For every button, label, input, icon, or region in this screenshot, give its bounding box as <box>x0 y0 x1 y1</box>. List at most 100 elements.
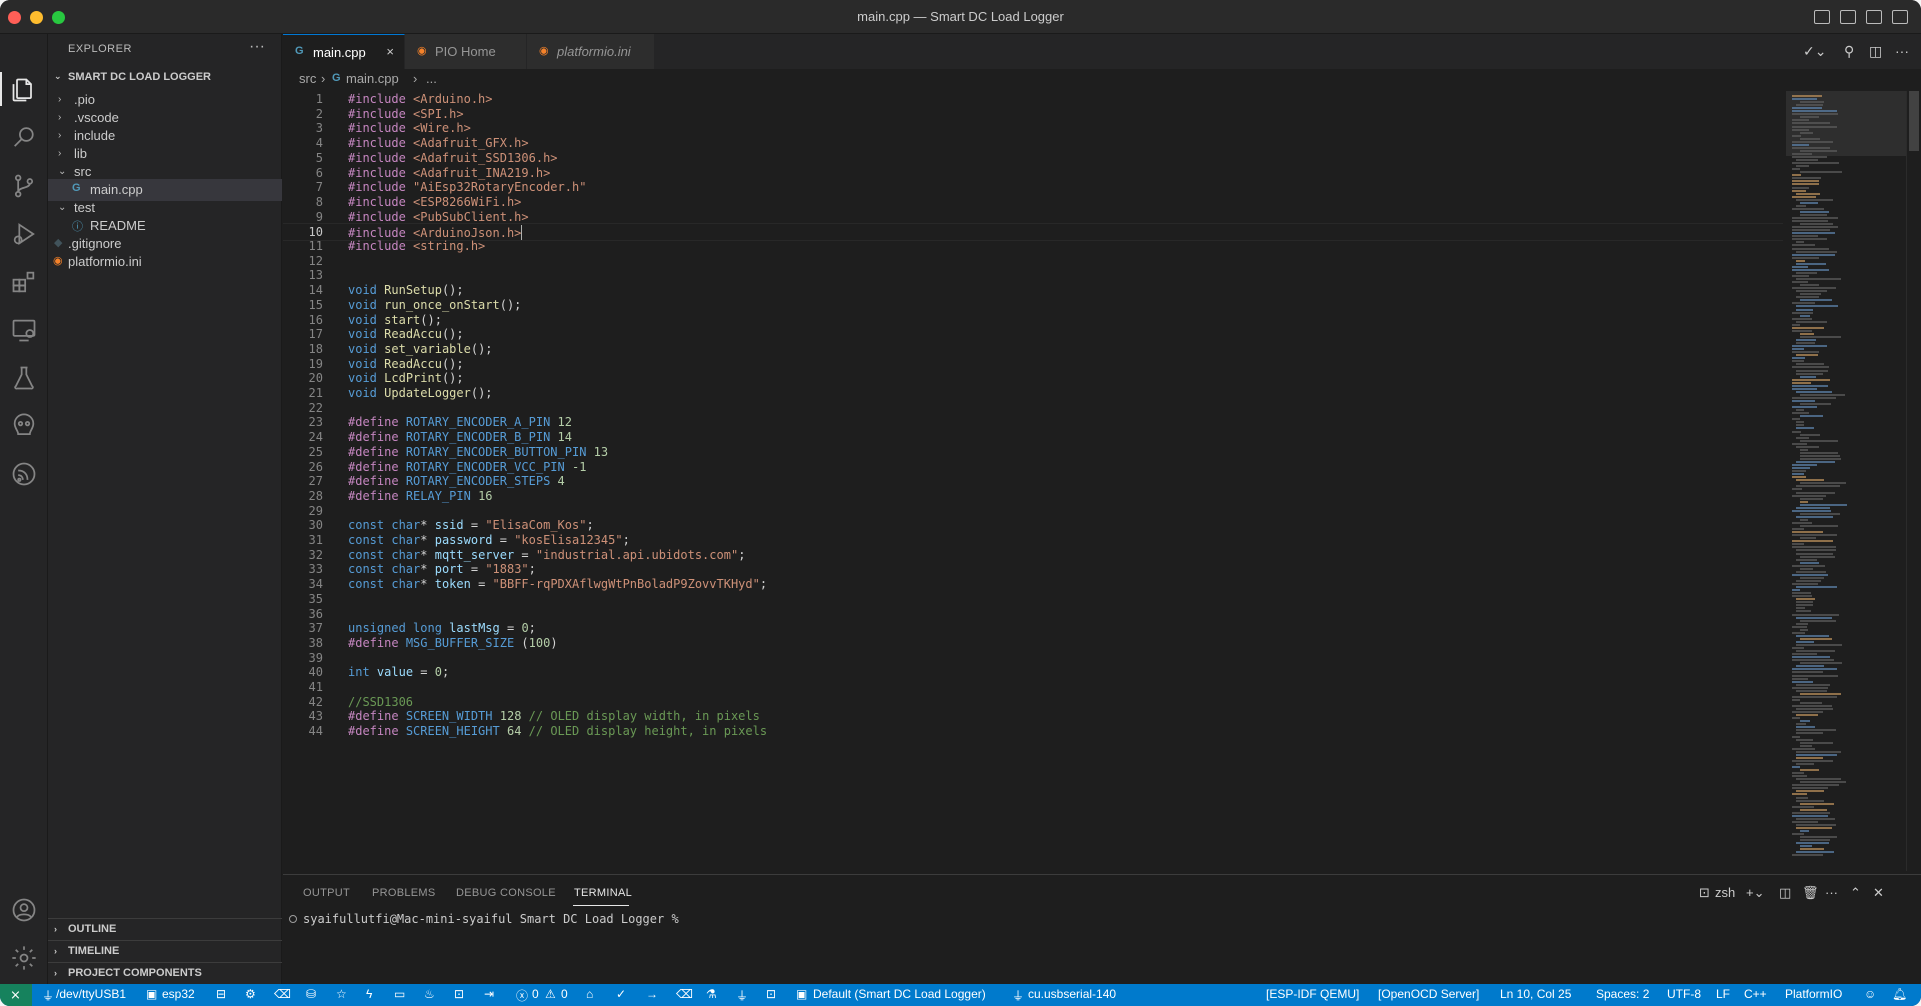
kill-terminal-icon[interactable]: 🗑 <box>1802 885 1819 901</box>
editor-scrollbar[interactable] <box>1906 91 1920 871</box>
customize-layout-icon[interactable] <box>1892 10 1908 24</box>
toggle-secondary-sidebar-icon[interactable] <box>1866 10 1882 24</box>
serial-port-selector[interactable]: /dev/ttyUSB1 <box>56 987 126 1001</box>
minimap-line <box>1800 628 1808 631</box>
tab-main-cpp[interactable]: G main.cpp × <box>283 34 405 69</box>
gear-icon[interactable]: ⚙ <box>245 987 256 1001</box>
tab-platformio-ini[interactable]: ◉ platformio.ini <box>527 34 655 69</box>
explorer-icon[interactable] <box>10 76 38 104</box>
database-icon[interactable]: ⛁ <box>306 987 316 1001</box>
breadcrumb-folder[interactable]: src <box>299 71 316 86</box>
platformio-alien-icon[interactable]: ⚲ <box>1844 43 1854 60</box>
encoding[interactable]: UTF-8 <box>1667 987 1701 1001</box>
split-terminal-icon[interactable]: ◫ <box>1779 885 1791 901</box>
tab-debug-console[interactable]: DEBUG CONSOLE <box>456 887 556 899</box>
plug-icon[interactable]: ⏚ <box>736 987 748 1004</box>
env-selector[interactable]: esp32 <box>162 987 195 1001</box>
terminal-prompt[interactable]: syaifullutfi@Mac-mini-syaiful Smart DC L… <box>303 912 679 926</box>
feedback-icon[interactable]: ☺ <box>1864 987 1876 1001</box>
project-env-selector[interactable]: Default (Smart DC Load Logger) <box>813 987 986 1001</box>
end-of-line[interactable]: LF <box>1716 987 1730 1001</box>
scrollbar-thumb[interactable] <box>1909 91 1919 151</box>
error-icon[interactable]: ⓧ <box>516 987 528 1004</box>
tab-terminal[interactable]: TERMINAL <box>574 887 632 899</box>
extensions-icon[interactable] <box>10 268 38 296</box>
home-icon[interactable]: ⌂ <box>586 987 593 1001</box>
minimap-line <box>1796 634 1829 637</box>
tab-output[interactable]: OUTPUT <box>303 887 350 899</box>
new-terminal-icon[interactable]: +⌄ <box>1746 885 1764 901</box>
upload-arrow-icon[interactable]: → <box>646 987 658 1001</box>
close-panel-icon[interactable]: ✕ <box>1873 885 1884 901</box>
more-actions-icon[interactable]: ··· <box>1895 43 1909 59</box>
flame-icon[interactable]: ♨ <box>424 987 435 1001</box>
more-actions-icon[interactable]: ··· <box>249 38 265 56</box>
monitor-icon[interactable]: ▭ <box>394 987 405 1001</box>
breadcrumb-file[interactable]: main.cpp <box>346 71 399 86</box>
code-text: void RunSetup(); <box>348 283 464 298</box>
serial-monitor-icon[interactable]: ⊡ <box>766 987 776 1001</box>
run-debug-icon[interactable] <box>10 220 38 248</box>
toggle-primary-sidebar-icon[interactable] <box>1814 10 1830 24</box>
terminal-icon[interactable]: ⊡ <box>454 987 464 1001</box>
clean-trash-icon[interactable]: ⌫ <box>676 987 693 1001</box>
error-count[interactable]: 0 <box>532 987 539 1001</box>
more-actions-icon[interactable]: ··· <box>1825 885 1838 900</box>
minimap-line <box>1800 116 1819 119</box>
warning-count[interactable]: 0 <box>561 987 568 1001</box>
language-mode[interactable]: C++ <box>1744 987 1767 1001</box>
manage-gear-icon[interactable] <box>10 944 38 972</box>
minimap-line <box>1796 708 1833 711</box>
minimap-line <box>1796 598 1815 601</box>
minimap-line <box>1792 671 1823 674</box>
platformio-icon[interactable] <box>10 412 38 440</box>
code-editor[interactable]: 1 #include <Arduino.h> 2 #include <SPI.h> 3 #… <box>283 91 1783 871</box>
testing-icon[interactable] <box>10 364 38 392</box>
openocd-server-button[interactable]: [OpenOCD Server] <box>1378 987 1479 1001</box>
toggle-panel-icon[interactable] <box>1840 10 1856 24</box>
code-line[interactable]: 44 #define SCREEN_HEIGHT 64 // OLED displ… <box>283 723 1783 741</box>
project-components-section[interactable]: › PROJECT COMPONENTS <box>48 962 282 984</box>
flash-icon[interactable]: ϟ <box>366 987 372 1001</box>
notifications-bell-icon[interactable]: 🔔︎ <box>1892 987 1907 1001</box>
terminal-shell-label[interactable]: zsh <box>1715 885 1735 900</box>
serial-port-label[interactable]: cu.usbserial-140 <box>1028 987 1116 1001</box>
tab-pio-home[interactable]: ◉ PIO Home <box>405 34 527 69</box>
indentation[interactable]: Spaces: 2 <box>1596 987 1649 1001</box>
platformio-status[interactable]: PlatformIO <box>1785 987 1842 1001</box>
star-icon[interactable]: ☆ <box>336 987 347 1001</box>
minimap-line <box>1792 360 1804 363</box>
source-control-icon[interactable] <box>10 172 38 200</box>
minimap-line <box>1796 762 1814 765</box>
remote-indicator[interactable]: ⨯ <box>0 984 32 1006</box>
tree-item-platformio-ini[interactable]: ◉ platformio.ini <box>48 251 282 273</box>
close-tab-icon[interactable]: × <box>386 44 394 59</box>
upload-icon[interactable]: ⇥ <box>484 987 494 1001</box>
cpp-file-icon: G <box>332 72 341 84</box>
build-check-icon[interactable]: ✓ <box>616 987 626 1001</box>
breadcrumb-symbol[interactable]: ... <box>426 71 437 86</box>
split-editor-icon[interactable]: ◫ <box>1869 43 1882 60</box>
project-folder-header[interactable]: ⌄ SMART DC LOAD LOGGER <box>48 67 282 89</box>
open-folder-icon[interactable]: ⊟ <box>216 987 226 1001</box>
accounts-icon[interactable] <box>10 896 38 924</box>
test-flask-icon[interactable]: ⚗ <box>706 987 717 1001</box>
remote-explorer-icon[interactable] <box>10 316 38 344</box>
search-icon[interactable] <box>10 124 38 152</box>
maximize-panel-icon[interactable]: ⌃ <box>1850 885 1861 901</box>
minimap-line <box>1796 827 1832 829</box>
outline-section[interactable]: › OUTLINE <box>48 918 282 940</box>
warning-icon[interactable]: ⚠ <box>545 987 556 1001</box>
checkmark-icon[interactable]: ✓⌄ <box>1803 43 1826 60</box>
espressif-icon[interactable] <box>10 460 38 488</box>
minimap-line <box>1792 573 1828 576</box>
cursor-position[interactable]: Ln 10, Col 25 <box>1500 987 1571 1001</box>
code-text: #define MSG_BUFFER_SIZE (100) <box>348 635 558 650</box>
trash-icon[interactable]: ⌫ <box>274 987 291 1001</box>
minimap-line <box>1792 811 1830 814</box>
minimap-line <box>1792 735 1800 738</box>
tab-problems[interactable]: PROBLEMS <box>372 887 436 899</box>
timeline-section[interactable]: › TIMELINE <box>48 940 282 962</box>
minimap[interactable] <box>1786 91 1906 871</box>
esp-idf-qemu-button[interactable]: [ESP-IDF QEMU] <box>1266 987 1359 1001</box>
